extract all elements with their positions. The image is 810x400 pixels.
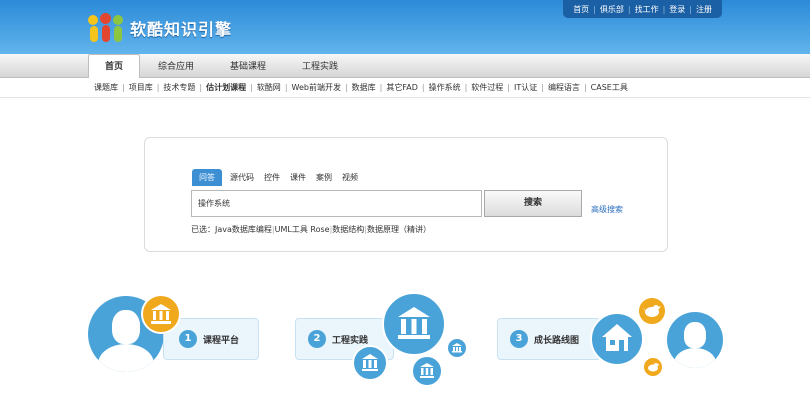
tab-engineering-practice[interactable]: 工程实践 bbox=[284, 56, 356, 78]
subnav-item-it-cert[interactable]: IT认证 bbox=[514, 82, 537, 93]
top-link-home[interactable]: 首页 bbox=[569, 4, 593, 15]
selected-item[interactable]: UML工具 Rose bbox=[275, 225, 330, 234]
subnav-item-case-tools[interactable]: CASE工具 bbox=[591, 82, 628, 93]
top-links: 首页 | 俱乐部 | 找工作 | 登录 | 注册 bbox=[563, 0, 722, 18]
bank-icon bbox=[141, 294, 181, 334]
subnav-item-tech-topics[interactable]: 技术专题 bbox=[163, 82, 195, 93]
bank-icon bbox=[411, 355, 443, 387]
search-tab-source-code[interactable]: 源代码 bbox=[230, 172, 254, 183]
subnav-item-other-fad[interactable]: 其它FAD bbox=[386, 82, 418, 93]
search-panel: 问答 源代码 控件 课件 案例 视频 操作系统 搜索 高级搜索 已选：Java数… bbox=[144, 137, 668, 252]
feature-label: 成长路线图 bbox=[534, 336, 580, 346]
search-tab-cases[interactable]: 案例 bbox=[316, 172, 332, 183]
advanced-search-link[interactable]: 高级搜索 bbox=[591, 204, 623, 215]
logo[interactable]: 软酷知识引擎 bbox=[88, 13, 232, 43]
selected-item[interactable]: 数据原理（精讲） bbox=[367, 225, 431, 234]
header: 软酷知识引擎 首页 | 俱乐部 | 找工作 | 登录 | 注册 bbox=[0, 0, 810, 54]
subnav-item-projects[interactable]: 项目库 bbox=[129, 82, 153, 93]
search-type-tabs: 问答 源代码 控件 课件 案例 视频 bbox=[192, 169, 368, 186]
top-link-jobs[interactable]: 找工作 bbox=[631, 4, 663, 15]
search-input[interactable]: 操作系统 bbox=[191, 190, 482, 217]
search-tab-courseware[interactable]: 课件 bbox=[290, 172, 306, 183]
feature-number: 3 bbox=[510, 330, 528, 348]
top-link-login[interactable]: 登录 bbox=[665, 4, 689, 15]
person-silhouette-icon bbox=[667, 312, 723, 368]
tab-integrated-apps[interactable]: 综合应用 bbox=[140, 56, 212, 78]
feature-growth-roadmap[interactable]: 3 成长路线图 bbox=[497, 318, 601, 360]
search-tab-controls[interactable]: 控件 bbox=[264, 172, 280, 183]
top-link-club[interactable]: 俱乐部 bbox=[596, 4, 628, 15]
selected-item[interactable]: 数据结构 bbox=[332, 225, 364, 234]
search-tab-video[interactable]: 视频 bbox=[342, 172, 358, 183]
feature-label: 工程实践 bbox=[332, 336, 369, 346]
subnav-item-os[interactable]: 操作系统 bbox=[429, 82, 461, 93]
feature-number: 1 bbox=[179, 330, 197, 348]
subnav-item-topics[interactable]: 课题库 bbox=[94, 82, 118, 93]
twitter-bird-icon bbox=[643, 357, 663, 377]
bank-icon bbox=[382, 292, 446, 356]
tab-home[interactable]: 首页 bbox=[88, 54, 141, 78]
top-link-register[interactable]: 注册 bbox=[692, 4, 716, 15]
selected-filters: 已选：Java数据库编程|UML工具 Rose|数据结构|数据原理（精讲） bbox=[191, 225, 431, 234]
search-tab-qa[interactable]: 问答 bbox=[192, 169, 222, 186]
search-button[interactable]: 搜索 bbox=[484, 190, 582, 217]
home-icon bbox=[590, 312, 644, 366]
subnav-item-software-process[interactable]: 软件过程 bbox=[471, 82, 503, 93]
subnav-item-programming[interactable]: 编程语言 bbox=[548, 82, 580, 93]
bank-icon bbox=[352, 345, 388, 381]
subnav-item-ruankuwang[interactable]: 软酷网 bbox=[257, 82, 281, 93]
feature-number: 2 bbox=[308, 330, 326, 348]
bank-icon bbox=[447, 338, 467, 358]
tab-basic-courses[interactable]: 基础课程 bbox=[212, 56, 284, 78]
subnav-item-plan-courses[interactable]: 估计划课程 bbox=[206, 82, 246, 93]
logo-text: 软酷知识引擎 bbox=[130, 20, 233, 39]
logo-people-icon bbox=[88, 13, 124, 43]
twitter-bird-icon bbox=[637, 296, 667, 326]
main-nav: 首页 综合应用 基础课程 工程实践 bbox=[0, 54, 810, 78]
subnav-item-web-frontend[interactable]: Web前端开发 bbox=[292, 82, 341, 93]
feature-label: 课程平台 bbox=[203, 336, 240, 346]
selected-item[interactable]: Java数据库编程 bbox=[215, 225, 272, 234]
sub-nav: 课题库 | 项目库 | 技术专题 | 估计划课程 | 软酷网 | Web前端开发 | 数据库… bbox=[0, 78, 810, 98]
subnav-item-database[interactable]: 数据库 bbox=[352, 82, 376, 93]
selected-prefix: 已选： bbox=[191, 225, 215, 234]
